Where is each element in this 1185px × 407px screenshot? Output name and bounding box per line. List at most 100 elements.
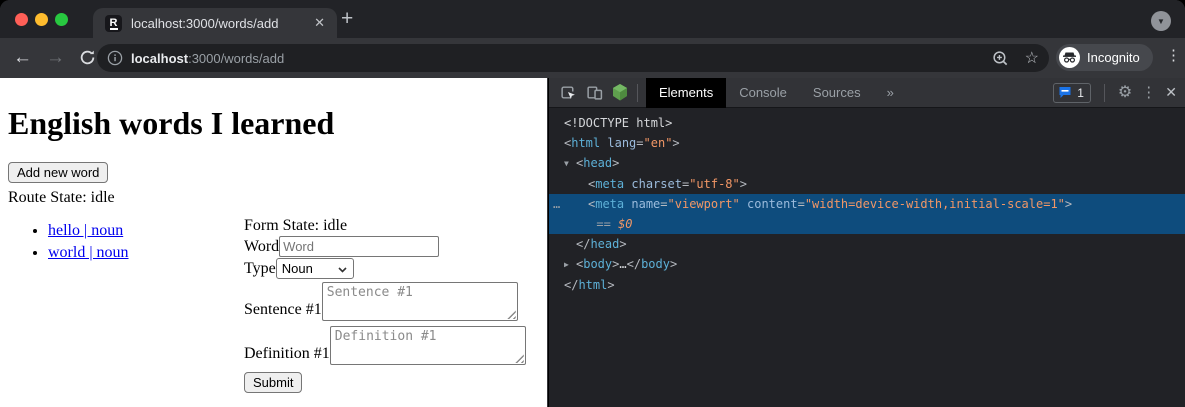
inspect-element-icon[interactable]	[555, 80, 581, 106]
more-tabs-icon[interactable]: »	[874, 78, 907, 108]
tab-console[interactable]: Console	[726, 78, 800, 108]
site-info-icon[interactable]	[107, 50, 123, 66]
code-token: >	[672, 136, 679, 150]
code-token: …	[619, 257, 626, 271]
code-line[interactable]: <meta charset="utf-8">	[549, 174, 1185, 194]
code-token: meta	[595, 197, 624, 211]
traffic-lights	[15, 13, 68, 26]
sentence-textarea[interactable]	[322, 282, 518, 321]
new-tab-button[interactable]: +	[341, 8, 353, 30]
code-token: body	[641, 257, 670, 271]
url-path: :3000/words/add	[188, 51, 284, 66]
code-token: </	[627, 257, 641, 271]
word-link[interactable]: hello | noun	[48, 222, 123, 239]
type-label: Type	[244, 259, 276, 279]
devtools-close-icon[interactable]: ✕	[1165, 84, 1177, 101]
type-select[interactable]: Noun	[276, 258, 354, 279]
code-line[interactable]: <!DOCTYPE html>	[549, 113, 1185, 133]
word-list-item: world | noun	[48, 242, 244, 264]
word-list-item: hello | noun	[48, 220, 244, 242]
code-token: "viewport"	[668, 197, 740, 211]
code-token: content	[747, 197, 798, 211]
definition-textarea[interactable]	[330, 326, 526, 365]
submit-button[interactable]: Submit	[244, 372, 302, 393]
minimize-window-button[interactable]	[35, 13, 48, 26]
console-messages-badge[interactable]: 1	[1053, 83, 1091, 103]
code-line[interactable]: …<meta name="viewport" content="width=de…	[549, 194, 1185, 214]
url-text: localhost:3000/words/add	[131, 51, 978, 66]
tab-sources[interactable]: Sources	[800, 78, 874, 108]
code-token: meta	[595, 177, 624, 191]
tab-strip: R localhost:3000/words/add ✕ + ▼	[0, 0, 1185, 38]
code-token: =	[636, 136, 643, 150]
code-token: <!DOCTYPE html>	[564, 116, 672, 130]
bookmark-star-icon[interactable]: ☆	[1025, 48, 1039, 68]
code-token: =	[660, 197, 667, 211]
tab-title: localhost:3000/words/add	[131, 16, 312, 31]
code-token: >	[607, 278, 614, 292]
node-devtools-icon[interactable]	[607, 80, 633, 106]
chevron-down-icon	[338, 267, 347, 273]
code-token: html	[571, 136, 600, 150]
remix-favicon-icon: R	[105, 15, 122, 32]
code-line[interactable]: </head>	[549, 234, 1185, 254]
word-link[interactable]: world | noun	[48, 244, 129, 261]
add-word-form: Form State: idle Word Type Noun Sentence…	[244, 207, 539, 393]
code-token: =	[798, 197, 805, 211]
close-window-button[interactable]	[15, 13, 28, 26]
code-token: </	[564, 278, 578, 292]
sentence-label: Sentence #1	[244, 300, 322, 320]
code-token: $0	[618, 217, 632, 231]
browser-tab[interactable]: R localhost:3000/words/add ✕	[93, 8, 337, 38]
zoom-page-icon[interactable]	[992, 50, 1009, 67]
incognito-badge: Incognito	[1056, 44, 1153, 71]
code-token: "en"	[644, 136, 673, 150]
toolbar-divider	[637, 84, 638, 102]
add-new-word-button[interactable]: Add new word	[8, 162, 108, 183]
code-line[interactable]: == $0	[549, 214, 1185, 234]
code-token: head	[590, 237, 619, 251]
forward-button[interactable]: →	[46, 47, 65, 69]
settings-gear-icon[interactable]: ⚙	[1118, 85, 1132, 100]
type-select-value: Noun	[282, 261, 313, 276]
tab-search-chevron-icon[interactable]: ▼	[1151, 11, 1171, 31]
devtools-toolbar: Elements Console Sources » 1 ⚙ ⋮ ✕	[549, 78, 1185, 108]
devtools-menu-icon[interactable]: ⋮	[1141, 85, 1156, 100]
message-bubble-icon	[1058, 86, 1072, 99]
back-button[interactable]: ←	[13, 47, 32, 69]
code-token: "utf-8"	[689, 177, 740, 191]
word-input[interactable]	[279, 236, 439, 257]
code-token: ==	[596, 217, 618, 231]
expand-toggle-icon[interactable]: ▶	[564, 255, 576, 275]
code-line[interactable]: ▶<body>…</body>	[549, 254, 1185, 275]
code-token: >	[1065, 197, 1072, 211]
devtools-tabs: Elements Console Sources »	[646, 78, 907, 108]
tab-elements[interactable]: Elements	[646, 78, 726, 108]
address-bar[interactable]: localhost:3000/words/add ☆	[97, 44, 1049, 72]
form-state-text: Form State: idle	[244, 216, 539, 235]
devtools-panel: Elements Console Sources » 1 ⚙ ⋮ ✕ <!DOC…	[548, 78, 1185, 407]
zoom-window-button[interactable]	[55, 13, 68, 26]
elements-tree: <!DOCTYPE html> <html lang="en">▼<head><m…	[549, 108, 1185, 295]
code-token: "width=device-width,initial-scale=1"	[805, 197, 1065, 211]
definition-label: Definition #1	[244, 344, 330, 364]
code-token: head	[583, 156, 612, 170]
code-token: name	[631, 197, 660, 211]
route-state-text: Route State: idle	[8, 188, 539, 207]
code-line[interactable]: </html>	[549, 275, 1185, 295]
browser-window: R localhost:3000/words/add ✕ + ▼ ← → loc…	[0, 0, 1185, 407]
code-token: </	[576, 237, 590, 251]
more-actions-icon[interactable]: …	[553, 194, 560, 214]
tab-close-icon[interactable]: ✕	[312, 15, 327, 31]
device-toolbar-icon[interactable]	[581, 80, 607, 106]
expand-toggle-icon[interactable]: ▼	[564, 154, 576, 174]
code-line[interactable]: <html lang="en">	[549, 133, 1185, 153]
code-line[interactable]: ▼<head>	[549, 153, 1185, 174]
reload-icon[interactable]	[79, 49, 96, 72]
code-token: >	[619, 237, 626, 251]
incognito-label: Incognito	[1087, 50, 1140, 65]
browser-menu-icon[interactable]: ⋮	[1166, 46, 1181, 64]
word-label: Word	[244, 237, 279, 257]
code-token: charset	[631, 177, 682, 191]
code-token: body	[583, 257, 612, 271]
